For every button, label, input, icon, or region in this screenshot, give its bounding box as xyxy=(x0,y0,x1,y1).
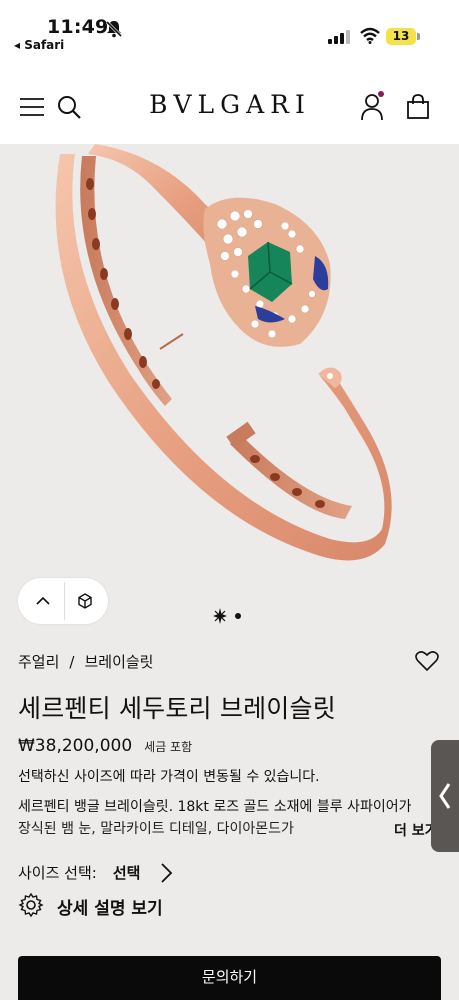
inquire-button[interactable]: 문의하기 xyxy=(18,956,441,1000)
chevron-left-icon[interactable] xyxy=(436,780,454,812)
status-time: 11:49 xyxy=(47,16,109,38)
battery-level: 13 xyxy=(386,28,416,45)
breadcrumb-separator: / xyxy=(69,653,75,671)
view-details-label[interactable]: 상세 설명 보기 xyxy=(57,894,163,919)
breadcrumb: 주얼리 / 브레이슬릿 xyxy=(18,651,153,672)
product-title: 세르펜티 세두토리 브레이슬릿 xyxy=(18,694,336,723)
price-row: ₩38,200,000 세금 포함 xyxy=(18,736,192,756)
account-icon[interactable] xyxy=(360,93,384,121)
inquire-button-label: 문의하기 xyxy=(201,968,258,986)
product-description: 세르펜티 뱅글 브레이슬릿. 18kt 로즈 골드 소재에 블루 사파이어가 장… xyxy=(18,796,412,840)
carousel-dot[interactable] xyxy=(235,613,241,619)
chevron-up-icon[interactable] xyxy=(30,588,56,614)
wishlist-heart-icon[interactable] xyxy=(415,650,439,672)
wifi-icon xyxy=(360,27,380,44)
top-navigation: BVLGARI xyxy=(0,70,459,144)
back-to-safari-link[interactable]: ◂ Safari xyxy=(14,38,64,52)
tax-included-note: 세금 포함 xyxy=(144,740,193,754)
breadcrumb-jewelry[interactable]: 주얼리 xyxy=(18,651,59,672)
product-price: ₩38,200,000 xyxy=(18,736,133,756)
price-variation-note: 선택하신 사이즈에 따라 가격이 변동될 수 있습니다. xyxy=(18,769,320,785)
hamburger-menu-icon[interactable] xyxy=(20,97,44,117)
3d-cube-icon[interactable] xyxy=(72,588,98,614)
toggle-divider xyxy=(64,582,65,620)
size-value[interactable]: 선택 xyxy=(113,862,141,883)
battery-tip xyxy=(417,33,420,40)
gear-icon xyxy=(18,892,44,918)
description-line-2: 장식된 뱀 눈, 말라카이트 디테일, 다이아몬드가 xyxy=(18,821,294,837)
chevron-right-icon[interactable] xyxy=(158,861,174,885)
size-selector[interactable]: 사이즈 선택: 선택 xyxy=(18,862,140,883)
status-bar: 11:49 ◂ Safari 13 xyxy=(0,0,459,70)
carousel-dot-active[interactable] xyxy=(213,608,227,624)
cellular-signal-icon xyxy=(328,30,350,44)
brand-logo[interactable]: BVLGARI xyxy=(130,90,330,119)
shopping-bag-icon[interactable] xyxy=(406,94,430,120)
description-line-1: 세르펜티 뱅글 브레이슬릿. 18kt 로즈 골드 소재에 블루 사파이어가 xyxy=(18,799,412,815)
view-mode-toggle xyxy=(18,578,108,624)
carousel-indicator[interactable] xyxy=(211,606,251,626)
size-label: 사이즈 선택: xyxy=(18,864,97,882)
search-icon[interactable] xyxy=(57,95,81,119)
product-image[interactable] xyxy=(0,144,459,644)
serpenti-bracelet-illustration xyxy=(55,144,392,561)
breadcrumb-bracelets[interactable]: 브레이슬릿 xyxy=(84,651,153,672)
bell-muted-icon xyxy=(105,20,123,38)
account-notification-dot xyxy=(378,91,384,97)
